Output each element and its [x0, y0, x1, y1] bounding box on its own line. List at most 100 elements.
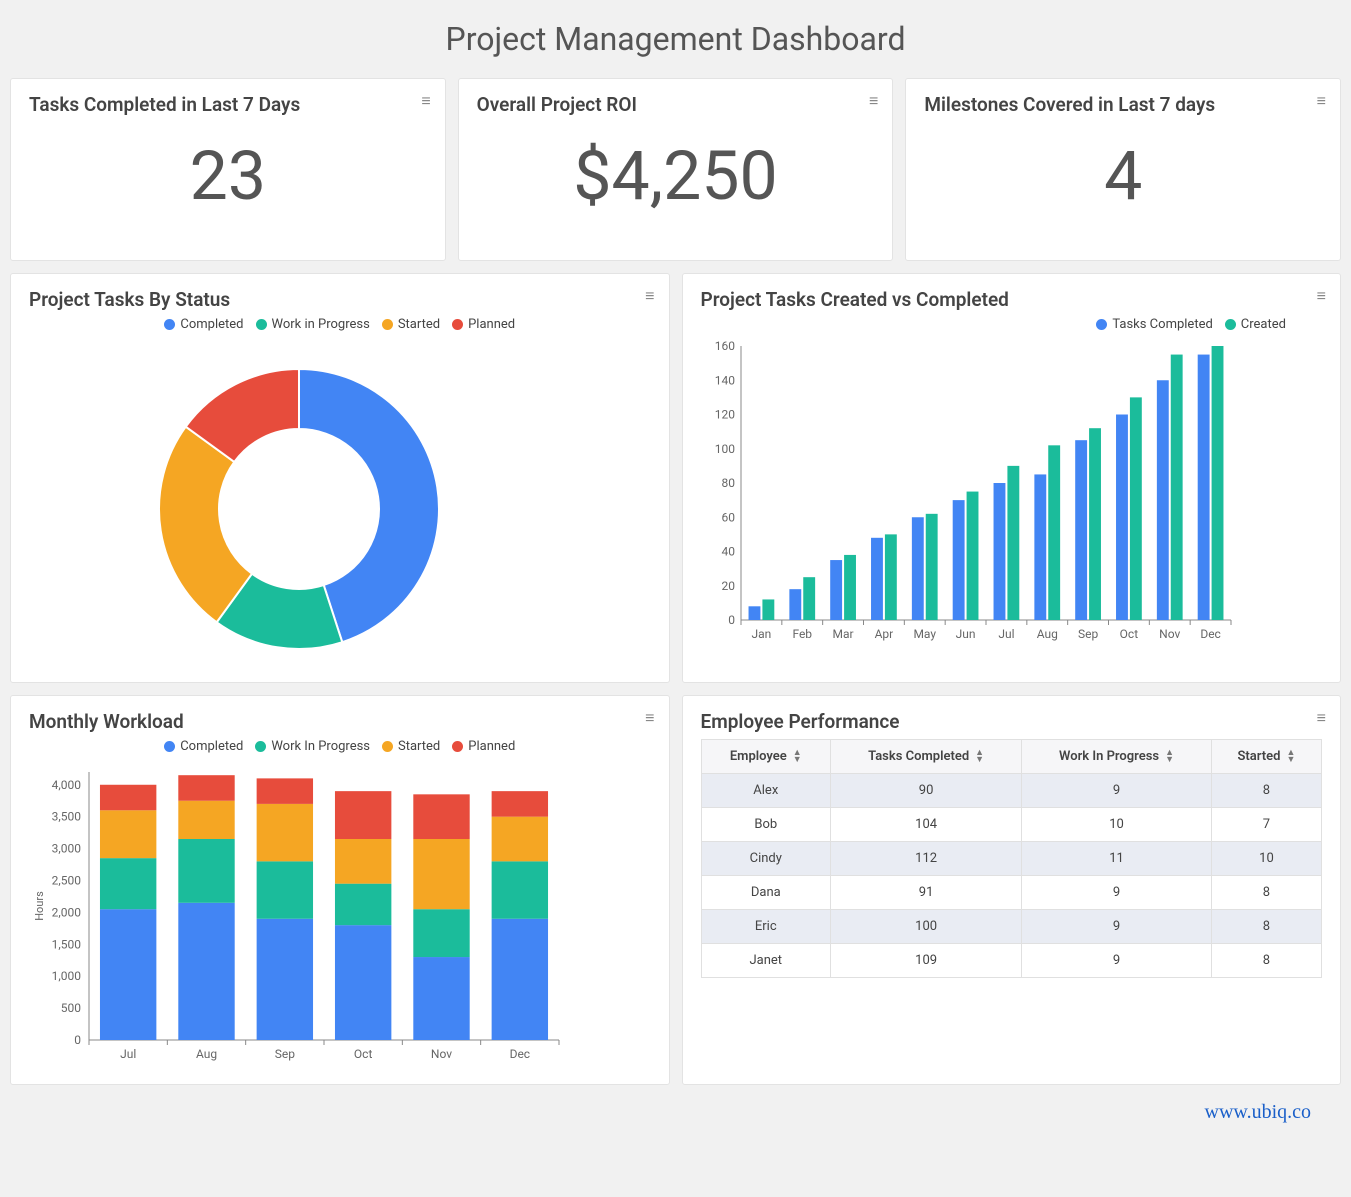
bar[interactable]: [1211, 346, 1223, 620]
table-cell: 9: [1022, 944, 1212, 978]
bar-segment[interactable]: [335, 925, 391, 1040]
svg-text:2,000: 2,000: [52, 905, 82, 919]
svg-text:Mar: Mar: [832, 627, 853, 641]
table-header[interactable]: Started▲▼: [1211, 740, 1321, 774]
bar[interactable]: [803, 577, 815, 620]
bar-segment[interactable]: [178, 839, 234, 903]
bar-segment[interactable]: [257, 804, 313, 861]
bar-segment[interactable]: [178, 775, 234, 801]
table-row: Eric10098: [701, 910, 1322, 944]
svg-text:Jul: Jul: [998, 627, 1014, 641]
bar[interactable]: [1007, 466, 1019, 620]
kpi-value: $4,250: [477, 136, 875, 216]
table-cell: 9: [1022, 910, 1212, 944]
legend-item[interactable]: Completed: [164, 739, 243, 754]
bar-segment[interactable]: [178, 801, 234, 839]
bar-segment[interactable]: [413, 839, 469, 909]
bar[interactable]: [762, 599, 774, 620]
bar[interactable]: [1170, 355, 1182, 620]
legend-item[interactable]: Created: [1225, 317, 1286, 332]
bar[interactable]: [844, 555, 856, 620]
svg-text:2,500: 2,500: [52, 873, 82, 887]
bar[interactable]: [1197, 355, 1209, 620]
svg-text:500: 500: [61, 1001, 81, 1015]
bar-segment[interactable]: [100, 785, 156, 811]
table-cell: 9: [1022, 876, 1212, 910]
bar[interactable]: [911, 517, 923, 620]
menu-icon[interactable]: ≡: [421, 93, 430, 109]
menu-icon[interactable]: ≡: [869, 93, 878, 109]
bar-segment[interactable]: [257, 919, 313, 1040]
sort-icon[interactable]: ▲▼: [793, 750, 802, 764]
bar-segment[interactable]: [335, 791, 391, 839]
kpi-card-roi: ≡ Overall Project ROI $4,250: [458, 78, 894, 261]
bar[interactable]: [1075, 440, 1087, 620]
table-row: Alex9098: [701, 774, 1322, 808]
sort-icon[interactable]: ▲▼: [1286, 750, 1295, 764]
bar[interactable]: [1129, 397, 1141, 620]
menu-icon[interactable]: ≡: [1317, 288, 1326, 304]
bar[interactable]: [952, 500, 964, 620]
chart-legend: Completed Work in Progress Started Planned: [29, 317, 651, 334]
bar-segment[interactable]: [335, 839, 391, 884]
table-cell: Cindy: [701, 842, 831, 876]
bar[interactable]: [884, 534, 896, 620]
bar-segment[interactable]: [257, 861, 313, 918]
svg-text:Oct: Oct: [354, 1047, 373, 1061]
bar[interactable]: [993, 483, 1005, 620]
grouped-bar-card: ≡ Project Tasks Created vs Completed Tas…: [682, 273, 1342, 683]
table-header[interactable]: Employee▲▼: [701, 740, 831, 774]
legend-item[interactable]: Work in Progress: [256, 317, 370, 332]
svg-text:Aug: Aug: [1036, 627, 1057, 641]
table-cell: 112: [831, 842, 1022, 876]
table-header[interactable]: Work In Progress▲▼: [1022, 740, 1212, 774]
bar[interactable]: [966, 492, 978, 620]
bar-segment[interactable]: [100, 858, 156, 909]
svg-text:Dec: Dec: [510, 1047, 531, 1061]
bar[interactable]: [871, 538, 883, 620]
menu-icon[interactable]: ≡: [645, 288, 654, 304]
bar-segment[interactable]: [492, 861, 548, 918]
bar[interactable]: [789, 589, 801, 620]
table-row: Janet10998: [701, 944, 1322, 978]
bar[interactable]: [1116, 415, 1128, 621]
employee-table-card: ≡ Employee Performance Employee▲▼Tasks C…: [682, 695, 1342, 1085]
svg-text:0: 0: [728, 613, 735, 627]
legend-item[interactable]: Planned: [452, 317, 515, 332]
bar-segment[interactable]: [492, 919, 548, 1040]
bar-segment[interactable]: [257, 778, 313, 804]
bar[interactable]: [748, 606, 760, 620]
bar[interactable]: [925, 514, 937, 620]
legend-item[interactable]: Started: [382, 739, 440, 754]
bar-segment[interactable]: [335, 884, 391, 925]
bar-segment[interactable]: [413, 957, 469, 1040]
bar-segment[interactable]: [413, 794, 469, 839]
bar-segment[interactable]: [413, 909, 469, 957]
bar-segment[interactable]: [492, 791, 548, 817]
svg-text:Sep: Sep: [1077, 627, 1097, 641]
table-row: Cindy1121110: [701, 842, 1322, 876]
legend-item[interactable]: Started: [382, 317, 440, 332]
menu-icon[interactable]: ≡: [1317, 710, 1326, 726]
table-header[interactable]: Tasks Completed▲▼: [831, 740, 1022, 774]
bar-segment[interactable]: [492, 817, 548, 862]
sort-icon[interactable]: ▲▼: [975, 750, 984, 764]
legend-item[interactable]: Work In Progress: [255, 739, 370, 754]
menu-icon[interactable]: ≡: [1317, 93, 1326, 109]
stacked-bar-card: ≡ Monthly Workload CompletedWork In Prog…: [10, 695, 670, 1085]
bar-segment[interactable]: [100, 909, 156, 1040]
bar[interactable]: [1156, 380, 1168, 620]
bar[interactable]: [1048, 445, 1060, 620]
legend-item[interactable]: Completed: [164, 317, 243, 332]
bar[interactable]: [1089, 428, 1101, 620]
menu-icon[interactable]: ≡: [645, 710, 654, 726]
kpi-value: 23: [29, 136, 427, 216]
bar-segment[interactable]: [178, 903, 234, 1040]
legend-item[interactable]: Tasks Completed: [1096, 317, 1212, 332]
svg-text:1,000: 1,000: [52, 969, 82, 983]
bar-segment[interactable]: [100, 810, 156, 858]
bar[interactable]: [1034, 474, 1046, 620]
bar[interactable]: [830, 560, 842, 620]
legend-item[interactable]: Planned: [452, 739, 515, 754]
sort-icon[interactable]: ▲▼: [1165, 750, 1174, 764]
